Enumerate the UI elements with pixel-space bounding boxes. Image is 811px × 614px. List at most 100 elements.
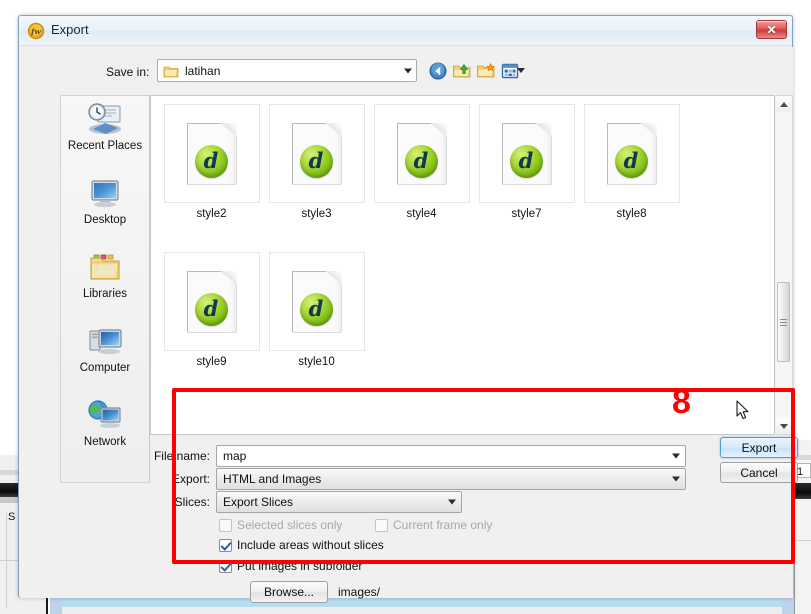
chevron-down-icon (404, 68, 412, 73)
places-sidebar: Recent Places Desktop Libraries Computer… (60, 95, 150, 483)
save-in-row: Save in: latihan (20, 59, 793, 89)
chevron-down-icon (672, 453, 680, 459)
chevron-up-icon (779, 101, 788, 107)
views-chevron-down-icon[interactable] (517, 68, 525, 73)
file-name: style4 (406, 208, 437, 220)
sidebar-item-label: Recent Places (67, 140, 143, 152)
checkbox-box[interactable] (219, 559, 232, 573)
file-thumbnail: d (373, 104, 470, 203)
sidebar-item-computer[interactable]: Computer (61, 318, 149, 392)
scroll-down-button[interactable] (776, 418, 791, 434)
cancel-button[interactable]: Cancel (720, 462, 798, 483)
computer-icon (85, 324, 125, 360)
sidebar-item-label: Libraries (82, 288, 128, 300)
slices-value: Export Slices (223, 495, 294, 509)
checkbox-put-images-in-subfolder[interactable]: Put images in subfolder (219, 559, 362, 573)
file-item[interactable]: d style2 (159, 104, 264, 234)
sidebar-item-libraries[interactable]: Libraries (61, 244, 149, 318)
file-thumbnail: d (268, 104, 365, 203)
fireworks-icon: fw (27, 22, 45, 40)
background-left-letter: S (8, 511, 16, 523)
background-center-pane-bottom (62, 598, 782, 607)
export-button[interactable]: Export (720, 437, 798, 458)
dreamweaver-file-icon: d (186, 122, 237, 185)
grip-icon (780, 318, 787, 326)
file-thumbnail: d (268, 252, 365, 351)
file-name: style7 (511, 208, 542, 220)
save-in-label: Save in: (106, 65, 150, 79)
checkbox-label: Include areas without slices (237, 538, 384, 552)
network-icon (85, 398, 125, 434)
dialog-title: Export (51, 22, 89, 37)
checkbox-label: Put images in subfolder (237, 559, 363, 573)
chevron-down-icon (672, 476, 680, 482)
slices-label: Slices: (174, 495, 210, 509)
file-name: style2 (196, 208, 227, 220)
svg-text:fw: fw (30, 27, 41, 36)
new-folder-icon[interactable] (476, 61, 498, 81)
background-right-dark-strip (794, 483, 811, 499)
chevron-down-icon (448, 499, 456, 505)
save-in-dropdown[interactable]: latihan (157, 59, 417, 82)
desktop-icon (85, 176, 125, 212)
checkbox-current-frame-only: Current frame only (375, 518, 492, 532)
libraries-icon (85, 250, 125, 286)
checkbox-label: Current frame only (393, 518, 493, 532)
dreamweaver-file-icon: d (501, 122, 552, 185)
file-item[interactable]: d style10 (264, 252, 369, 382)
background-right-hdivider (794, 540, 811, 541)
checkbox-selected-slices-only: Selected slices only (219, 518, 342, 532)
dreamweaver-file-icon: d (396, 122, 447, 185)
chevron-down-icon (779, 423, 788, 429)
file-name-value: map (223, 449, 247, 463)
export-format-value: HTML and Images (223, 472, 322, 486)
checkbox-box[interactable] (219, 538, 232, 552)
export-dialog: fw Export ✕ Save in: latihan Recent Plac… (18, 15, 798, 603)
export-options-form: File name: map Export: HTML and Images S… (20, 439, 793, 599)
file-name: style10 (298, 356, 335, 368)
dreamweaver-file-icon: d (291, 270, 342, 333)
file-thumbnail: d (478, 104, 575, 203)
checkbox-include-areas-without-slices[interactable]: Include areas without slices (219, 538, 384, 552)
back-icon[interactable] (428, 61, 450, 81)
file-list-scrollbar[interactable] (776, 95, 793, 435)
save-in-value: latihan (185, 63, 221, 78)
close-icon: ✕ (766, 22, 777, 37)
folder-icon (163, 64, 179, 78)
file-name: style3 (301, 208, 332, 220)
dialog-client-area: Save in: latihan Recent Places Desktop L… (20, 47, 798, 603)
scroll-up-button[interactable] (776, 96, 791, 112)
file-name-label: File name: (153, 449, 210, 463)
export-label: Export: (171, 472, 210, 486)
annotation-step-number: 8 (672, 383, 691, 421)
sidebar-item-label: Desktop (83, 214, 127, 226)
up-folder-icon[interactable] (452, 61, 474, 81)
file-item[interactable]: d style7 (474, 104, 579, 234)
file-name: style9 (196, 356, 227, 368)
subfolder-path-label: images/ (338, 585, 381, 599)
file-thumbnail: d (583, 104, 680, 203)
slices-dropdown[interactable]: Export Slices (216, 491, 462, 513)
dreamweaver-file-icon: d (291, 122, 342, 185)
browse-button[interactable]: Browse... (250, 581, 328, 603)
checkbox-label: Selected slices only (237, 518, 343, 532)
file-item[interactable]: d style9 (159, 252, 264, 382)
file-item[interactable]: d style8 (579, 104, 684, 234)
file-item[interactable]: d style3 (264, 104, 369, 234)
sidebar-item-recent-places[interactable]: Recent Places (61, 96, 149, 170)
scrollbar-thumb[interactable] (777, 282, 790, 362)
dreamweaver-file-icon: d (606, 122, 657, 185)
sidebar-item-desktop[interactable]: Desktop (61, 170, 149, 244)
recent-places-icon (85, 102, 125, 138)
checkbox-box (219, 518, 232, 532)
file-thumbnail: d (163, 252, 260, 351)
export-format-dropdown[interactable]: HTML and Images (216, 468, 686, 490)
checkbox-box (375, 518, 388, 532)
dreamweaver-file-icon: d (186, 270, 237, 333)
file-name: style8 (616, 208, 647, 220)
file-thumbnail: d (163, 104, 260, 203)
close-button[interactable]: ✕ (756, 20, 787, 39)
dialog-titlebar: fw Export ✕ (19, 16, 792, 46)
file-name-input[interactable]: map (216, 445, 686, 467)
file-item[interactable]: d style4 (369, 104, 474, 234)
